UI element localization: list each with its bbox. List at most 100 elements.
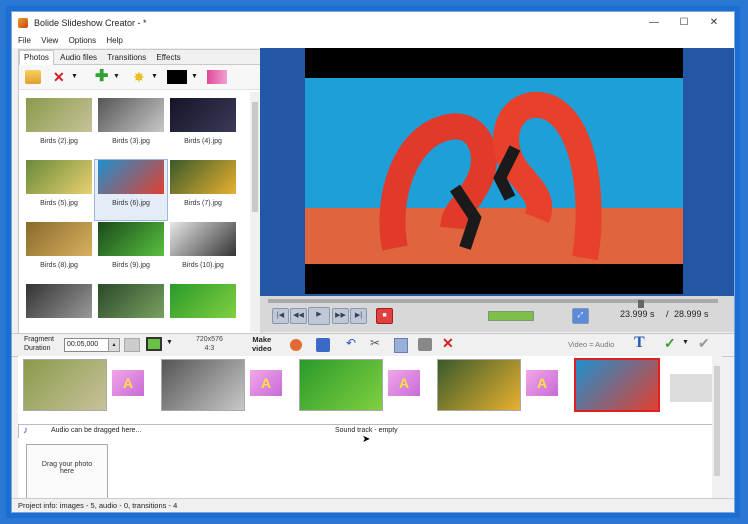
tab-transitions[interactable]: Transitions (103, 51, 150, 65)
status-bar: Project info: images - 5, audio - 0, tra… (12, 498, 734, 512)
photo-thumbnail[interactable]: Birds (5).jpg (23, 160, 95, 220)
tab-audio-files[interactable]: Audio files (56, 51, 101, 65)
delete-icon[interactable]: ✕ (53, 70, 69, 84)
timeline-slide[interactable] (161, 359, 245, 411)
photo-thumbnail[interactable] (167, 284, 239, 332)
cut-icon[interactable]: ✂ (370, 336, 380, 350)
timeline-scroll-thumb[interactable] (714, 366, 720, 476)
duration-field[interactable]: 00:05,000 (64, 338, 110, 352)
timeline-slide[interactable] (23, 359, 107, 411)
fragment-label-line1: Fragment (24, 336, 54, 343)
make-video-button[interactable]: Make video (252, 335, 272, 353)
menu-options[interactable]: Options (69, 34, 97, 48)
timeline-slide-selected[interactable] (574, 358, 660, 412)
add-icon[interactable]: ✚ (95, 69, 111, 85)
photo-grid: Birds (2).jpg Birds (3).jpg Birds (4).jpg B… (19, 92, 247, 332)
photo-thumbnail[interactable]: Birds (10).jpg (167, 222, 239, 282)
photo-caption: Birds (9).jpg (112, 262, 150, 269)
photo-image (170, 160, 236, 194)
empty-slide-slot[interactable] (670, 374, 712, 402)
effects-dropdown-icon[interactable]: ▼ (151, 70, 167, 84)
photo-thumbnail[interactable] (95, 284, 167, 332)
photo-thumbnail[interactable]: Birds (6).jpg (94, 159, 168, 221)
color-dropdown-icon[interactable]: ▼ (191, 70, 207, 84)
photo-caption: Birds (10).jpg (182, 262, 224, 269)
library-scrollbar[interactable] (250, 92, 260, 332)
time-separator: / (666, 309, 669, 319)
seek-bar[interactable] (268, 299, 718, 308)
seek-knob[interactable] (638, 300, 644, 308)
undo-icon[interactable]: ↶ (346, 336, 356, 350)
photo-caption: Birds (3).jpg (112, 138, 150, 145)
background-color-icon[interactable] (167, 70, 187, 84)
go-end-icon[interactable]: ▶| (350, 308, 367, 324)
title-bar: Bolide Slideshow Creator - * — ☐ ✕ (12, 12, 734, 34)
paste-icon[interactable] (418, 338, 432, 351)
duration-spinner-icon[interactable]: ▴ (108, 338, 120, 352)
check-dropdown-icon[interactable]: ▼ (682, 339, 689, 346)
sound-track-status: Sound track - empty (335, 427, 398, 434)
photo-thumbnail[interactable]: Birds (9).jpg (95, 222, 167, 282)
transition-tile[interactable]: A (526, 370, 558, 396)
menu-help[interactable]: Help (106, 34, 122, 48)
timeline-slide[interactable] (437, 359, 521, 411)
record-icon[interactable] (290, 339, 302, 351)
player-controls: |◀ ◀◀ ▶ ▶▶ ▶| ■ ⤢ 23.999 s / 28.999 s (260, 296, 734, 332)
library-scroll-thumb[interactable] (252, 102, 258, 212)
timeline-slide[interactable] (299, 359, 383, 411)
photo-thumbnail[interactable]: Birds (4).jpg (167, 98, 239, 158)
copy-icon[interactable] (394, 338, 408, 353)
photo-thumbnail[interactable]: Birds (7).jpg (167, 160, 239, 220)
resolution-line1: 720x576 (196, 336, 223, 343)
photo-image (98, 222, 164, 256)
timeline-scrollbar[interactable] (712, 356, 722, 506)
open-folder-icon[interactable] (25, 70, 41, 84)
library-toolbar: ✕ ▼ ✚ ▼ ✸ ▼ ▼ (19, 65, 261, 90)
video-audio-label[interactable]: Video = Audio (568, 340, 614, 349)
app-icon (18, 18, 28, 28)
photo-thumbnail[interactable]: Birds (8).jpg (23, 222, 95, 282)
photo-thumbnail[interactable]: Birds (2).jpg (23, 98, 95, 158)
remove-icon[interactable]: ✕ (442, 335, 454, 352)
photo-caption: Birds (4).jpg (184, 138, 222, 145)
next-frame-icon[interactable]: ▶▶ (332, 308, 349, 324)
effects-star-icon[interactable]: ✸ (133, 70, 149, 84)
photo-image (26, 284, 92, 318)
close-button[interactable]: ✕ (702, 15, 726, 31)
add-dropdown-icon[interactable]: ▼ (113, 70, 129, 84)
minimize-button[interactable]: — (642, 15, 666, 31)
thumbnail-style-icon[interactable] (146, 337, 162, 351)
menu-file[interactable]: File (18, 34, 31, 48)
delete-dropdown-icon[interactable]: ▼ (71, 70, 87, 84)
photo-image (98, 284, 164, 318)
transition-tile[interactable]: A (250, 370, 282, 396)
fullscreen-icon[interactable]: ⤢ (572, 308, 589, 324)
photo-thumbnail[interactable] (23, 284, 95, 332)
prev-frame-icon[interactable]: ◀◀ (290, 308, 307, 324)
resolution-line2: 4:3 (204, 345, 215, 352)
video-preview (305, 48, 683, 294)
save-icon[interactable] (316, 338, 330, 352)
go-start-icon[interactable]: |◀ (272, 308, 289, 324)
volume-slider[interactable] (488, 311, 534, 321)
photo-image (98, 98, 164, 132)
maximize-button[interactable]: ☐ (672, 15, 696, 31)
resolution-label[interactable]: 720x576 4:3 (196, 335, 223, 353)
check-icon[interactable]: ✓ (664, 335, 676, 352)
play-icon[interactable]: ▶ (308, 307, 330, 325)
gray-swatch[interactable] (124, 338, 140, 352)
menu-view[interactable]: View (41, 34, 58, 48)
tools-icon[interactable]: ✔ (698, 335, 710, 352)
photo-image (98, 160, 164, 194)
stop-icon[interactable]: ■ (376, 308, 393, 324)
transition-icon[interactable] (207, 70, 227, 84)
library-panel: Photos Audio files Transitions Effects ✕… (18, 49, 262, 334)
tab-effects[interactable]: Effects (152, 51, 184, 65)
text-icon[interactable]: T (634, 334, 645, 352)
tab-photos[interactable]: Photos (19, 50, 54, 65)
style-dropdown-icon[interactable]: ▼ (166, 339, 173, 346)
drop-photo-zone[interactable]: Drag your photo here (26, 444, 108, 501)
transition-tile[interactable]: A (388, 370, 420, 396)
transition-tile[interactable]: A (112, 370, 144, 396)
photo-thumbnail[interactable]: Birds (3).jpg (95, 98, 167, 158)
